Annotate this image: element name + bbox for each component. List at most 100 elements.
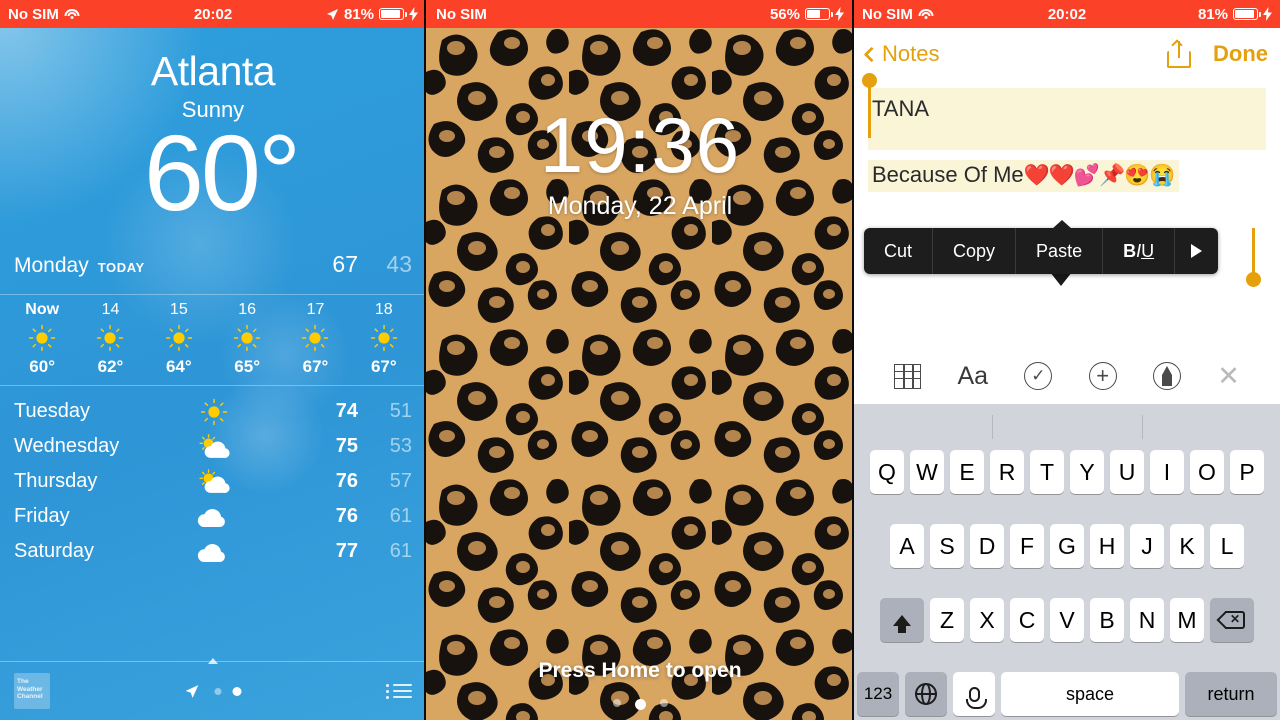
menu-item-paste[interactable]: Paste bbox=[1016, 228, 1104, 274]
lock-page-dots[interactable] bbox=[426, 699, 854, 710]
day-low: 61 bbox=[389, 505, 412, 528]
key-C[interactable]: C bbox=[1010, 598, 1044, 642]
daily-row[interactable]: Saturday 77 61 bbox=[0, 534, 426, 569]
key-P[interactable]: P bbox=[1230, 450, 1264, 494]
hourly-cell[interactable]: 16 65° bbox=[213, 301, 281, 377]
daily-row[interactable]: Thursday 76 57 bbox=[0, 464, 426, 499]
lock-page-dot-1[interactable] bbox=[612, 699, 621, 707]
hour-temp: 67° bbox=[370, 357, 397, 377]
key-H[interactable]: H bbox=[1090, 524, 1124, 568]
hour-label: 14 bbox=[101, 301, 120, 319]
hourly-cell[interactable]: 15 64° bbox=[145, 301, 213, 377]
return-key[interactable]: return bbox=[1185, 672, 1277, 716]
menu-item-copy[interactable]: Copy bbox=[933, 228, 1017, 274]
back-to-notes-button[interactable]: Notes bbox=[863, 41, 939, 67]
key-W[interactable]: W bbox=[910, 450, 944, 494]
key-Z[interactable]: Z bbox=[930, 598, 964, 642]
shift-key[interactable] bbox=[880, 598, 924, 642]
key-D[interactable]: D bbox=[970, 524, 1004, 568]
share-icon[interactable] bbox=[1167, 39, 1191, 68]
markup-pen-icon[interactable] bbox=[1152, 362, 1181, 390]
hourly-forecast-strip[interactable]: Now 60° 14 62° 15 64° 16 65° 17 67° 18 67° bbox=[0, 295, 426, 387]
lock-status-left: No SIM bbox=[436, 6, 487, 23]
page-dot-1[interactable] bbox=[214, 687, 222, 695]
note-line-2[interactable]: Because Of Me❤️❤️💕📌😍😭 bbox=[868, 160, 1179, 192]
key-U[interactable]: U bbox=[1110, 450, 1144, 494]
sun-cloud-icon bbox=[199, 468, 230, 493]
key-O[interactable]: O bbox=[1190, 450, 1224, 494]
space-key[interactable]: space bbox=[1001, 672, 1179, 716]
battery-icon bbox=[379, 8, 407, 20]
hourly-cell[interactable]: 17 67° bbox=[281, 301, 349, 377]
note-editor-body[interactable]: TANA Because Of Me❤️❤️💕📌😍😭 Cut Copy Paste B… bbox=[854, 73, 1280, 348]
key-B[interactable]: B bbox=[1090, 598, 1124, 642]
key-F[interactable]: F bbox=[1010, 524, 1044, 568]
day-high: 75 bbox=[335, 435, 358, 458]
lock-page-dot-2[interactable] bbox=[634, 699, 646, 710]
page-dot-2[interactable] bbox=[232, 686, 242, 696]
delete-key[interactable]: ✕ bbox=[1210, 598, 1254, 642]
key-J[interactable]: J bbox=[1130, 524, 1164, 568]
menu-item-more[interactable] bbox=[1175, 228, 1218, 274]
notes-app-pane: No SIM 20:02 81% Notes Done TANA Because… bbox=[854, 0, 1280, 720]
predictive-text-bar[interactable] bbox=[854, 404, 1280, 450]
daily-row[interactable]: Tuesday 74 51 bbox=[0, 394, 426, 429]
hour-temp: 67° bbox=[302, 357, 329, 377]
day-high: 77 bbox=[335, 540, 358, 563]
key-A[interactable]: A bbox=[890, 524, 924, 568]
key-Y[interactable]: Y bbox=[1070, 450, 1104, 494]
note-title-selected[interactable]: TANA bbox=[868, 88, 1266, 150]
key-M[interactable]: M bbox=[1170, 598, 1204, 642]
hour-icon bbox=[281, 319, 349, 357]
menu-item-format[interactable]: BIU bbox=[1103, 228, 1176, 274]
hourly-cell[interactable]: Now 60° bbox=[8, 301, 76, 377]
location-arrow-icon-footer[interactable] bbox=[185, 684, 200, 699]
selection-handle-end[interactable] bbox=[1246, 228, 1261, 287]
menu-item-cut[interactable]: Cut bbox=[864, 228, 934, 274]
key-E[interactable]: E bbox=[950, 450, 984, 494]
selection-handle-start[interactable] bbox=[862, 73, 877, 138]
table-icon[interactable] bbox=[894, 363, 922, 389]
key-Q[interactable]: Q bbox=[870, 450, 904, 494]
globe-key[interactable] bbox=[905, 672, 947, 716]
key-G[interactable]: G bbox=[1050, 524, 1084, 568]
text-selection-menu[interactable]: Cut Copy Paste B I U bbox=[864, 220, 1219, 274]
carrier-label: No SIM bbox=[8, 5, 59, 23]
keyboard-row-3: ZXCVBNM ✕ bbox=[857, 598, 1277, 642]
close-icon[interactable]: ✕ bbox=[1217, 361, 1240, 392]
lock-battery-icon bbox=[805, 8, 833, 20]
key-I[interactable]: I bbox=[1150, 450, 1184, 494]
lock-carrier-label: No SIM bbox=[436, 5, 487, 23]
microphone-key[interactable] bbox=[953, 672, 995, 716]
numbers-key[interactable]: 123 bbox=[857, 672, 899, 716]
key-N[interactable]: N bbox=[1130, 598, 1164, 642]
hourly-cell[interactable]: 14 62° bbox=[76, 301, 144, 377]
checklist-icon[interactable]: ✓ bbox=[1024, 362, 1053, 390]
day-name: Tuesday bbox=[14, 400, 90, 423]
city-list-icon[interactable] bbox=[386, 680, 412, 702]
day-icon bbox=[174, 398, 254, 426]
key-K[interactable]: K bbox=[1170, 524, 1204, 568]
weather-channel-logo[interactable]: The Weather Channel bbox=[14, 673, 50, 709]
page-dots[interactable] bbox=[185, 684, 242, 699]
hourly-cell[interactable]: 18 67° bbox=[350, 301, 418, 377]
lockscreen-footer: Press Home to open bbox=[426, 659, 854, 720]
daily-row[interactable]: Wednesday 75 53 bbox=[0, 429, 426, 464]
text-format-icon[interactable]: Aa bbox=[957, 362, 988, 391]
sun-icon bbox=[370, 324, 397, 352]
day-name: Saturday bbox=[14, 540, 95, 563]
key-T[interactable]: T bbox=[1030, 450, 1064, 494]
key-S[interactable]: S bbox=[930, 524, 964, 568]
done-button[interactable]: Done bbox=[1213, 41, 1268, 67]
today-summary-row[interactable]: Monday TODAY 67 43 bbox=[0, 251, 426, 296]
lock-page-dot-3[interactable] bbox=[659, 699, 668, 707]
city-name: Atlanta bbox=[150, 48, 276, 94]
key-L[interactable]: L bbox=[1210, 524, 1244, 568]
today-high: 67 bbox=[332, 251, 358, 278]
daily-row[interactable]: Friday 76 61 bbox=[0, 499, 426, 534]
hour-label: 16 bbox=[238, 301, 257, 319]
add-icon[interactable]: + bbox=[1088, 362, 1117, 390]
key-X[interactable]: X bbox=[970, 598, 1004, 642]
key-V[interactable]: V bbox=[1050, 598, 1084, 642]
key-R[interactable]: R bbox=[990, 450, 1024, 494]
